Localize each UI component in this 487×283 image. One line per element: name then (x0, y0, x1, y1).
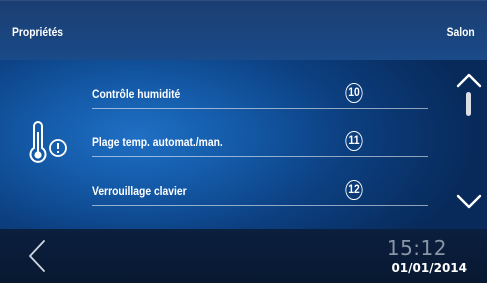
clock-time: 15:12 (386, 236, 447, 260)
menu-item-humidity-control[interactable]: Contrôle humidité 10 (92, 62, 428, 109)
menu-item-label: Contrôle humidité (92, 87, 181, 101)
thermometer-alert-icon (29, 121, 67, 163)
clock-date: 01/01/2014 (391, 261, 467, 275)
zone-label: Salon (446, 25, 475, 39)
item-number-badge: 11 (345, 131, 363, 151)
menu-item-label: Plage temp. automat./man. (92, 135, 223, 149)
scrollbar-thumb[interactable] (466, 92, 471, 116)
chevron-up-icon[interactable] (455, 70, 483, 90)
menu-item-temp-range[interactable]: Plage temp. automat./man. 11 (92, 110, 428, 157)
chevron-down-icon[interactable] (455, 192, 483, 212)
menu-item-label: Verrouillage clavier (92, 184, 187, 198)
item-number-badge: 10 (345, 83, 363, 103)
item-number-badge: 12 (345, 180, 363, 200)
properties-screen: Propriétés Salon Contrôle humidité 10 Pl… (0, 0, 487, 283)
back-chevron-icon[interactable] (26, 239, 48, 273)
page-title: Propriétés (12, 25, 64, 39)
top-bar: Propriétés Salon (0, 0, 487, 60)
menu-item-keypad-lock[interactable]: Verrouillage clavier 12 (92, 159, 428, 206)
